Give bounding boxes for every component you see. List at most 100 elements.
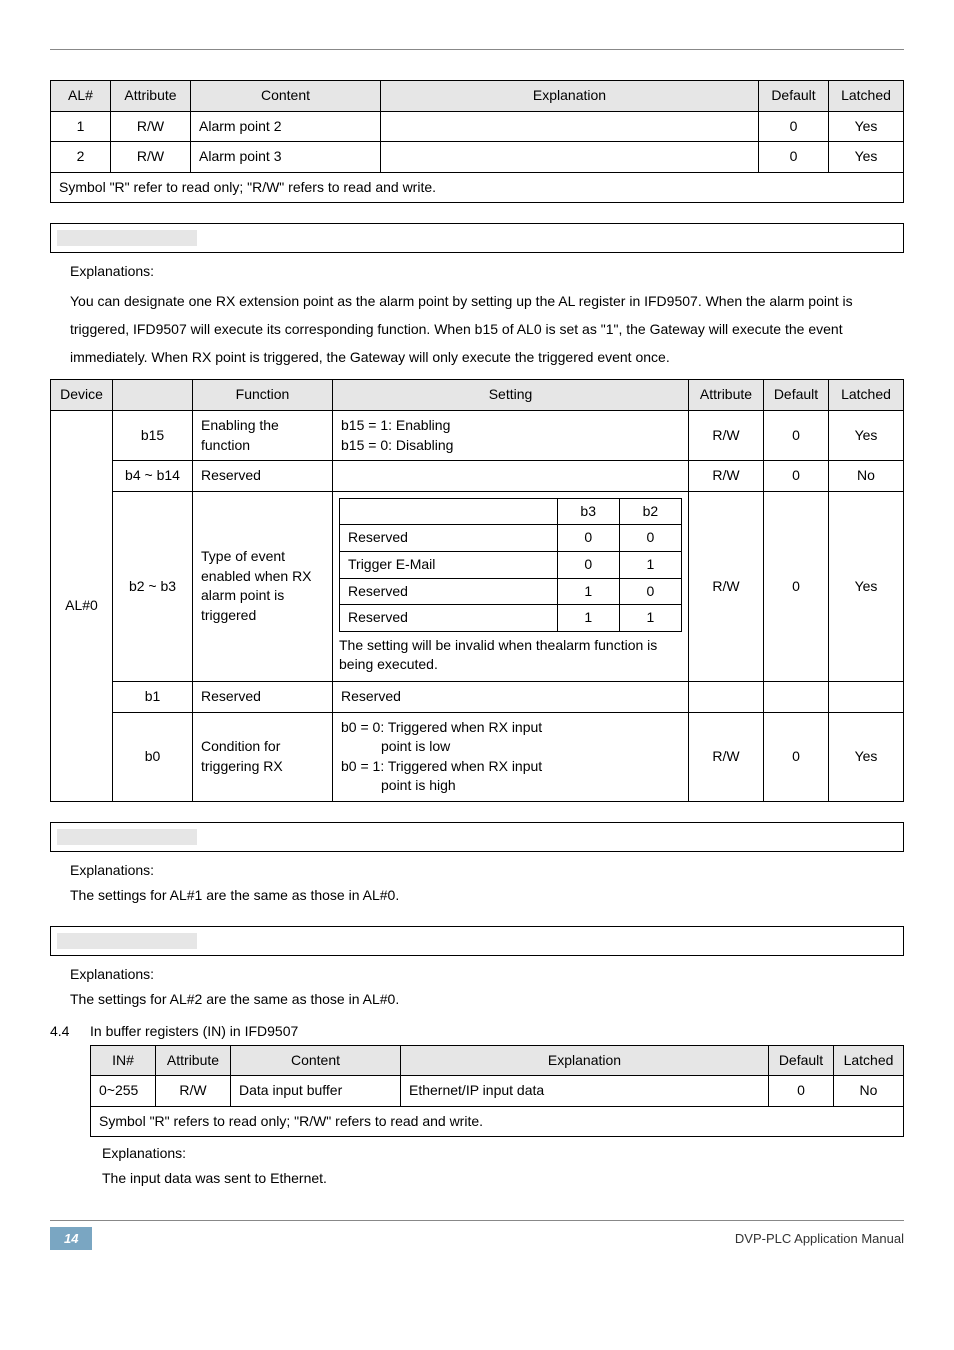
section-number: 4.4 [50, 1023, 90, 1039]
th-content: Content [191, 81, 381, 112]
explanations-heading: Explanations: [70, 263, 904, 279]
cell: Condition for triggering RX [193, 712, 333, 801]
cell: Reserved [340, 578, 558, 605]
cell: R/W [111, 142, 191, 173]
table-footnote: Symbol "R" refers to read only; "R/W" re… [91, 1106, 904, 1137]
th: IN# [91, 1045, 156, 1076]
cell: Data input buffer [231, 1076, 401, 1107]
th: Content [231, 1045, 401, 1076]
cell [764, 681, 829, 712]
table-footnote-row: Symbol "R" refer to read only; "R/W" ref… [51, 172, 904, 203]
th: Device [51, 380, 113, 411]
cell: b4 ~ b14 [113, 461, 193, 492]
cell [340, 498, 558, 525]
section-marker [50, 822, 904, 852]
th-def: Default [759, 81, 829, 112]
explanations-heading: Explanations: [102, 1145, 904, 1161]
in-table: IN# Attribute Content Explanation Defaul… [90, 1045, 904, 1138]
cell [381, 111, 759, 142]
cell: 1 [557, 578, 619, 605]
th-expl: Explanation [381, 81, 759, 112]
cell: R/W [156, 1076, 231, 1107]
th [113, 380, 193, 411]
device-cell: AL#0 [51, 410, 113, 801]
cell: Yes [829, 142, 904, 173]
cell: Yes [829, 111, 904, 142]
cell: R/W [689, 491, 764, 681]
cell: Reserved [340, 605, 558, 632]
cell: b1 [113, 681, 193, 712]
explanation-para: The settings for AL#1 are the same as th… [70, 884, 904, 906]
page-footer: 14 DVP-PLC Application Manual [50, 1220, 904, 1250]
table-row: b1 Reserved Reserved [51, 681, 904, 712]
explanations-heading: Explanations: [70, 862, 904, 878]
section-title: In buffer registers (IN) in IFD9507 [90, 1023, 298, 1039]
subtable-note: The setting will be invalid when thealar… [339, 636, 682, 675]
cell [689, 681, 764, 712]
cell: 2 [51, 142, 111, 173]
cell: 0 [764, 712, 829, 801]
cell: R/W [111, 111, 191, 142]
cell: 0 [619, 525, 681, 552]
table-row: 1 R/W Alarm point 2 0 Yes [51, 111, 904, 142]
cell: Ethernet/IP input data [401, 1076, 769, 1107]
gray-bar [57, 829, 197, 845]
cell: Yes [829, 410, 904, 460]
th: Default [764, 380, 829, 411]
manual-title: DVP-PLC Application Manual [735, 1231, 904, 1246]
table-footnote-row: Symbol "R" refers to read only; "R/W" re… [91, 1106, 904, 1137]
section-marker [50, 926, 904, 956]
cell: 0 [764, 410, 829, 460]
th: Explanation [401, 1045, 769, 1076]
cell: 1 [619, 605, 681, 632]
cell: Alarm point 3 [191, 142, 381, 173]
cell: b3 b2 Reserved 0 0 Trigger E-Mail 0 1 Re… [333, 491, 689, 681]
cell: Reserved [340, 525, 558, 552]
section-heading: 4.4 In buffer registers (IN) in IFD9507 [50, 1023, 904, 1039]
gray-bar [57, 230, 197, 246]
th: Function [193, 380, 333, 411]
cell: b15 = 1: Enabling b15 = 0: Disabling [333, 410, 689, 460]
table-row: b2 ~ b3 Type of event enabled when RX al… [51, 491, 904, 681]
cell: b15 [113, 410, 193, 460]
cell: b2 [619, 498, 681, 525]
cell: 0 [619, 578, 681, 605]
cell: R/W [689, 712, 764, 801]
explanation-para: The input data was sent to Ethernet. [102, 1167, 904, 1189]
th: Attribute [156, 1045, 231, 1076]
th: Attribute [689, 380, 764, 411]
cell: b0 [113, 712, 193, 801]
cell: 0 [769, 1076, 834, 1107]
table-row: 2 R/W Alarm point 3 0 Yes [51, 142, 904, 173]
setting-line: point is low [341, 738, 450, 754]
th: Latched [829, 380, 904, 411]
alarm-table: AL# Attribute Content Explanation Defaul… [50, 80, 904, 203]
th: Latched [834, 1045, 904, 1076]
cell: R/W [689, 410, 764, 460]
cell: 1 [51, 111, 111, 142]
cell: 1 [619, 551, 681, 578]
setting-line: point is high [341, 777, 456, 793]
cell: 0 [764, 461, 829, 492]
setting-line: b15 = 1: Enabling [341, 417, 450, 433]
explanation-para: You can designate one RX extension point… [70, 287, 904, 371]
cell: Trigger E-Mail [340, 551, 558, 578]
table-row: AL#0 b15 Enabling the function b15 = 1: … [51, 410, 904, 460]
setting-line: b0 = 1: Triggered when RX input [341, 758, 542, 774]
page-number: 14 [50, 1227, 92, 1250]
setting-line: b15 = 0: Disabling [341, 437, 453, 453]
cell: Type of event enabled when RX alarm poin… [193, 491, 333, 681]
cell: Yes [829, 712, 904, 801]
bit-subtable: b3 b2 Reserved 0 0 Trigger E-Mail 0 1 Re… [339, 498, 682, 632]
section-marker [50, 223, 904, 253]
th-lat: Latched [829, 81, 904, 112]
cell: Enabling the function [193, 410, 333, 460]
cell: 0 [557, 525, 619, 552]
th-attr: Attribute [111, 81, 191, 112]
table-footnote: Symbol "R" refer to read only; "R/W" ref… [51, 172, 904, 203]
cell: R/W [689, 461, 764, 492]
cell: 0 [759, 142, 829, 173]
cell: b2 ~ b3 [113, 491, 193, 681]
table-row: 0~255 R/W Data input buffer Ethernet/IP … [91, 1076, 904, 1107]
cell: Reserved [333, 681, 689, 712]
